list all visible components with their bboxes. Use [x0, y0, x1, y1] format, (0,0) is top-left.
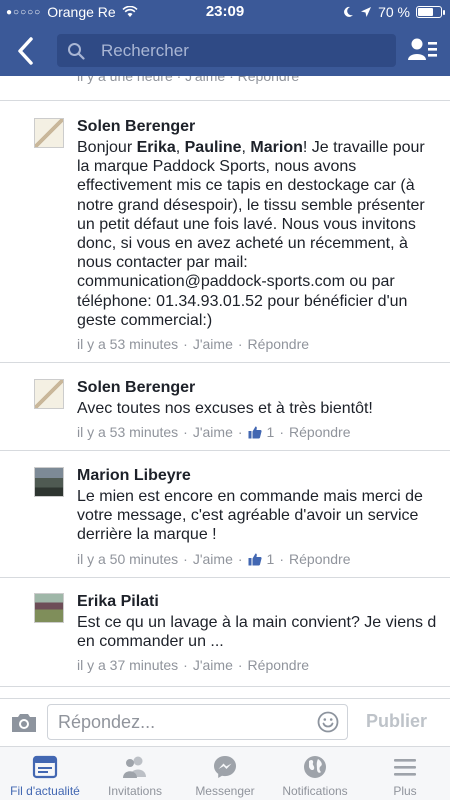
like-link[interactable]: J'aime — [193, 551, 233, 567]
mention-pauline[interactable]: Pauline — [185, 139, 242, 156]
back-button[interactable] — [10, 34, 42, 68]
like-link[interactable]: J'aime — [193, 424, 233, 440]
moon-icon — [344, 6, 354, 17]
tab-messenger[interactable]: Messenger — [180, 747, 270, 800]
divider — [0, 450, 450, 451]
commenter-name[interactable]: Marion Libeyre — [77, 466, 437, 486]
news-feed-icon — [32, 755, 58, 779]
divider — [0, 100, 450, 101]
tab-invitations[interactable]: Invitations — [90, 747, 180, 800]
comment-timestamp: il y a 53 minutes — [77, 336, 179, 353]
search-field[interactable] — [57, 34, 396, 67]
battery-icon — [416, 6, 445, 18]
avatar[interactable] — [34, 118, 64, 148]
comment-timestamp: il y a 50 minutes — [77, 550, 179, 567]
reply-input[interactable] — [58, 705, 308, 739]
comment-meta: il y a 53 minutes · J'aime · 1 · Répondre — [77, 424, 351, 441]
tab-more[interactable]: Plus — [360, 747, 450, 800]
search-icon — [68, 43, 85, 60]
reply-composer: Publier — [0, 698, 450, 746]
thumbs-up-icon — [248, 553, 262, 566]
camera-button[interactable] — [10, 711, 38, 735]
comments-feed[interactable]: il y a une heure · J'aime · Répondre Sol… — [0, 76, 450, 698]
like-count[interactable]: 1 — [267, 551, 275, 567]
reply-link[interactable]: Répondre — [289, 551, 351, 567]
battery-percentage: 70 % — [378, 4, 410, 20]
commenter-name[interactable]: Solen Berenger — [77, 117, 437, 137]
emoji-button[interactable] — [317, 711, 339, 733]
divider — [0, 686, 450, 687]
avatar[interactable] — [34, 593, 64, 623]
tab-label: Plus — [393, 784, 417, 798]
comment-text: Le mien est encore en commande mais merc… — [77, 488, 423, 544]
status-bar: ●○○○○ Orange Re 23:09 70 % — [0, 0, 450, 24]
comment-timestamp: il y a 37 minutes — [77, 657, 179, 674]
divider — [0, 577, 450, 578]
commenter-name[interactable]: Solen Berenger — [77, 378, 437, 398]
tab-label: Notifications — [282, 784, 348, 798]
chevron-left-icon — [18, 37, 33, 65]
menu-icon — [394, 759, 416, 776]
comment-meta: il y a 37 minutes · J'aime · Répondre — [77, 657, 310, 674]
avatar[interactable] — [34, 467, 64, 497]
like-link[interactable]: J'aime — [193, 336, 233, 352]
comment-meta: il y a 53 minutes · J'aime · Répondre — [77, 336, 310, 353]
comment-text: Bonjour Erika, Pauline, Marion! Je trava… — [77, 139, 425, 329]
comment-meta: il y a 50 minutes · J'aime · 1 · Répondre — [77, 550, 351, 567]
commenter-name[interactable]: Erika Pilati — [77, 592, 437, 612]
like-count[interactable]: 1 — [267, 424, 275, 440]
camera-icon — [12, 714, 36, 732]
tab-label: Invitations — [107, 784, 163, 798]
friend-requests-icon — [123, 756, 146, 778]
comment-timestamp: il y a 53 minutes — [77, 424, 179, 441]
thumbs-up-icon — [248, 426, 262, 439]
tab-label: Messenger — [195, 784, 255, 798]
header-bar: ●○○○○ Orange Re 23:09 70 % — [0, 0, 450, 76]
globe-icon — [304, 756, 326, 778]
friends-list-button[interactable] — [408, 36, 438, 64]
previous-comment-meta: il y a une heure · J'aime · Répondre — [77, 76, 300, 84]
reply-input-box[interactable] — [47, 704, 348, 740]
reply-link[interactable]: Répondre — [289, 424, 351, 440]
messenger-icon — [214, 756, 236, 778]
publish-button[interactable]: Publier — [366, 711, 427, 732]
search-input[interactable] — [101, 34, 381, 67]
like-link[interactable]: J'aime — [193, 657, 233, 673]
comment-text: Est ce qu un lavage à la main convient? … — [77, 614, 437, 651]
smiley-icon — [317, 711, 339, 733]
location-arrow-icon — [361, 7, 372, 17]
tab-news-feed[interactable]: Fil d'actualité — [0, 747, 90, 800]
mention-erika[interactable]: Erika — [137, 139, 176, 156]
contacts-icon — [408, 38, 437, 60]
tab-notifications[interactable]: Notifications — [270, 747, 360, 800]
comment-text: Avec toutes nos excuses et à très bientô… — [77, 400, 373, 417]
mention-marion[interactable]: Marion — [250, 139, 302, 156]
bottom-tab-bar: Fil d'actualité Invitations Messenger No… — [0, 746, 450, 800]
tab-label: Fil d'actualité — [10, 784, 80, 798]
reply-link[interactable]: Répondre — [248, 657, 310, 673]
divider — [0, 362, 450, 363]
reply-link[interactable]: Répondre — [248, 336, 310, 352]
avatar[interactable] — [34, 379, 64, 409]
